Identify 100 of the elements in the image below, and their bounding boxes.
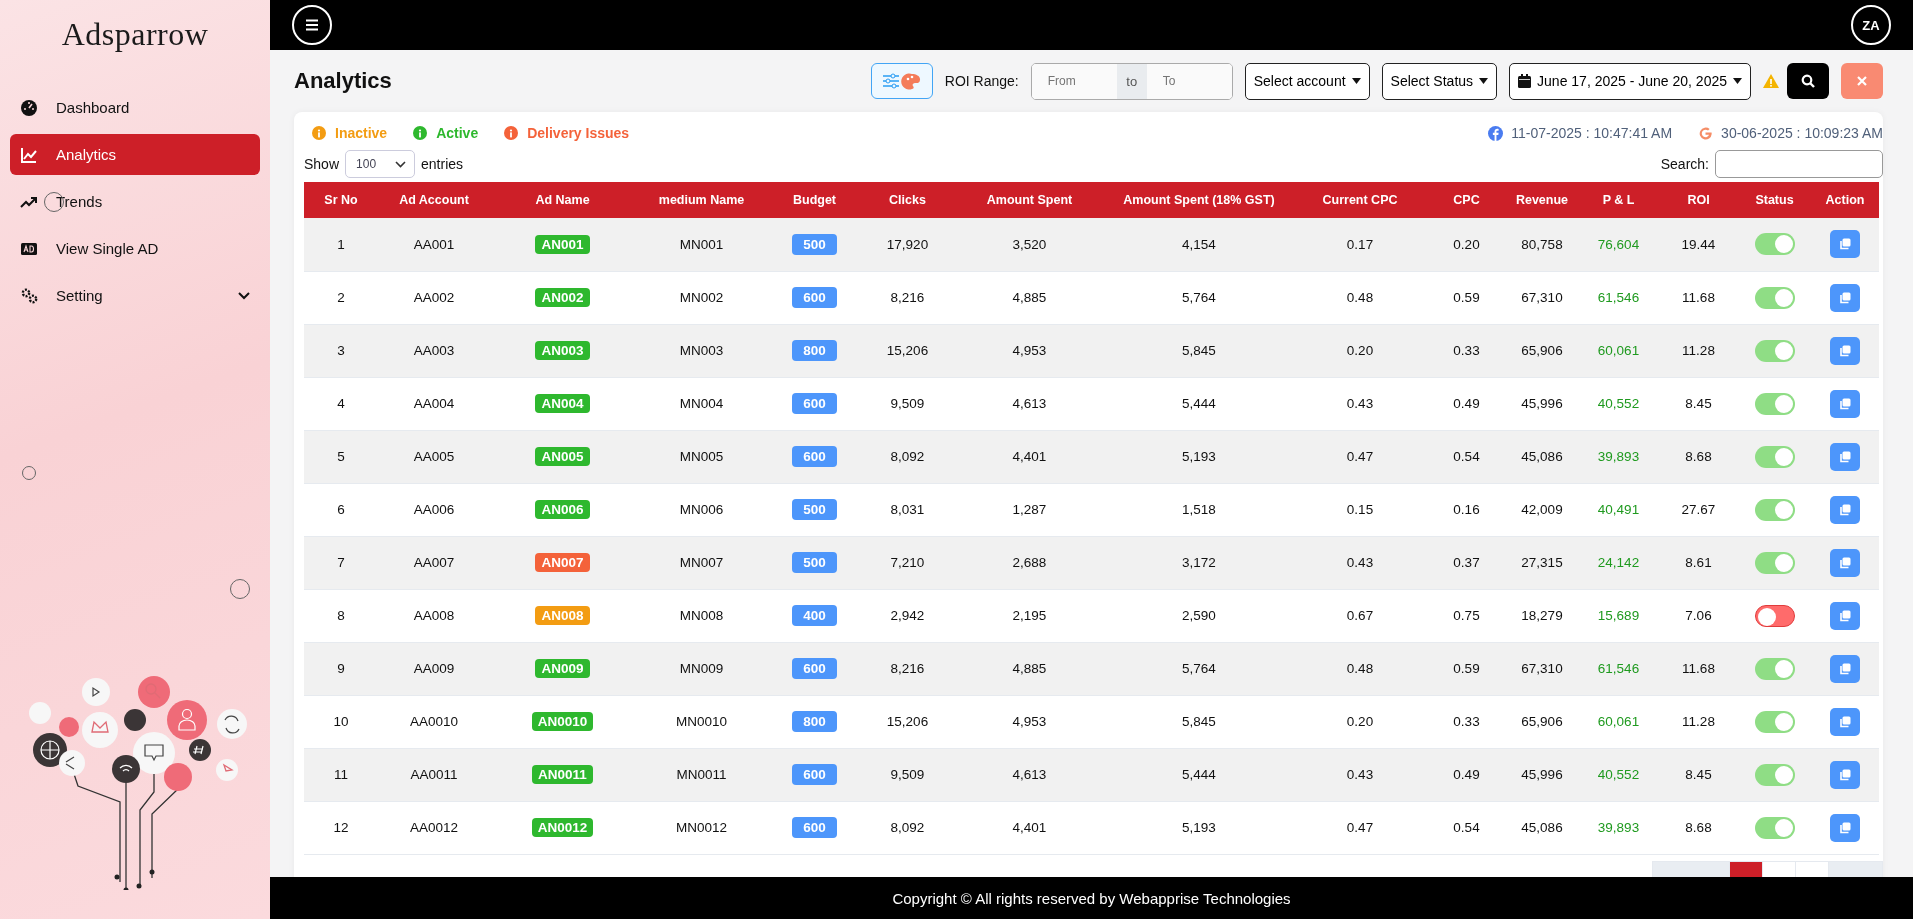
table-cell: 45,996 [1506,748,1578,801]
status-toggle[interactable] [1754,445,1795,468]
table-cell: 0.54 [1427,430,1506,483]
table-cell: 5,764 [1105,271,1293,324]
roi-range-field[interactable]: From to To [1030,62,1233,100]
sync-timestamp: 30-06-2025 : 10:09:23 AM [1721,125,1883,141]
sidebar-item[interactable]: View Single AD [10,228,260,269]
copy-button[interactable] [1830,230,1860,259]
google-g-icon [1698,125,1714,141]
status-toggle[interactable] [1754,498,1795,521]
table-cell: 0.43 [1293,377,1427,430]
table-cell: 8.45 [1659,748,1738,801]
copy-button[interactable] [1830,601,1860,630]
copy-button[interactable] [1830,548,1860,577]
theme-filter-button[interactable] [870,63,933,99]
table-cell: 11.68 [1659,271,1738,324]
copy-button[interactable] [1830,442,1860,471]
legend-label: Active [436,125,479,141]
table-cell: 4,953 [954,324,1105,377]
status-toggle[interactable] [1754,710,1795,733]
search-field[interactable] [1715,150,1883,178]
column-header: Revenue [1506,182,1578,218]
user-avatar[interactable]: ZA [1851,5,1891,45]
menu-button[interactable] [292,5,332,45]
status-toggle[interactable] [1754,233,1795,256]
table-cell: 45,086 [1506,801,1578,854]
caret-icon [1733,78,1742,84]
table-cell: 0.43 [1293,536,1427,589]
budget-tag: 500 [792,499,837,520]
copy-button[interactable] [1830,389,1860,418]
status-toggle[interactable] [1754,339,1795,362]
budget-tag: 600 [792,287,837,308]
copy-button[interactable] [1830,336,1860,365]
calendar-icon [1518,74,1532,88]
table-cell: 0.37 [1427,536,1506,589]
date-range-picker[interactable]: June 17, 2025 - June 20, 2025 [1509,62,1751,100]
table-cell: MN008 [635,589,768,642]
status-toggle[interactable] [1754,763,1795,786]
copy-icon [1839,450,1851,463]
table-cell: MN0011 [635,748,768,801]
search-button[interactable] [1787,63,1829,99]
table-cell: 0.43 [1293,748,1427,801]
copy-button[interactable] [1830,707,1860,736]
column-header: Clicks [861,182,954,218]
table-cell: AA006 [378,483,490,536]
table-cell: 11.68 [1659,642,1738,695]
copy-button[interactable] [1830,813,1860,842]
copy-button[interactable] [1830,283,1860,312]
table-cell: 39,893 [1578,430,1659,483]
account-select[interactable]: Select account [1244,62,1370,100]
sidebar-item[interactable]: Dashboard [10,87,260,128]
table-cell: MN004 [635,377,768,430]
table-cell: AA003 [378,324,490,377]
sidebar-item[interactable]: Trends [10,181,260,222]
table-cell: 5,845 [1105,695,1293,748]
table-cell: 0.59 [1427,271,1506,324]
table-cell: 8.61 [1659,536,1738,589]
status-select[interactable]: Select Status [1381,62,1498,100]
status-toggle[interactable] [1754,816,1795,839]
sidebar-item[interactable]: Setting [10,275,260,316]
table-cell: 15,689 [1578,589,1659,642]
copy-icon [1839,556,1851,569]
table-cell: 1,518 [1105,483,1293,536]
warning-icon [1763,74,1779,88]
table-cell: MN007 [635,536,768,589]
table-cell: 9,509 [861,748,954,801]
table-cell: 8 [304,589,378,642]
copy-button[interactable] [1830,495,1860,524]
table-cell: 9 [304,642,378,695]
copy-icon [1839,715,1851,728]
footer-text: Copyright © All rights reserved by Webapprise Technologies [270,877,1913,919]
chevron-down-icon [395,160,407,168]
ad-name-tag: AN0012 [531,818,594,837]
sidebar-item[interactable]: Analytics [10,134,260,175]
status-toggle[interactable] [1754,392,1795,415]
table-cell: 2,195 [954,589,1105,642]
roi-range-label: ROI Range: [944,73,1019,89]
status-toggle[interactable] [1754,657,1795,680]
table-cell: 2 [304,271,378,324]
column-header: ROI [1659,182,1738,218]
table-cell: 5,193 [1105,430,1293,483]
budget-tag: 800 [792,340,837,361]
budget-tag: 600 [792,658,837,679]
ad-name-tag: AN009 [535,659,590,678]
table-cell: 27,315 [1506,536,1578,589]
facebook-icon [1488,125,1504,141]
table-cell: 8.68 [1659,430,1738,483]
copy-button[interactable] [1830,760,1860,789]
table-cell: 11 [304,748,378,801]
table-cell: 18,279 [1506,589,1578,642]
column-header: Amount Spent (18% GST) [1105,182,1293,218]
status-toggle[interactable] [1754,604,1795,627]
clear-button[interactable] [1841,63,1883,99]
status-toggle[interactable] [1754,551,1795,574]
copy-icon [1839,768,1851,781]
copy-button[interactable] [1830,654,1860,683]
entries-select[interactable]: 100 [345,150,416,178]
table-cell: 0.49 [1427,377,1506,430]
status-toggle[interactable] [1754,286,1795,309]
table-cell: MN001 [635,218,768,271]
